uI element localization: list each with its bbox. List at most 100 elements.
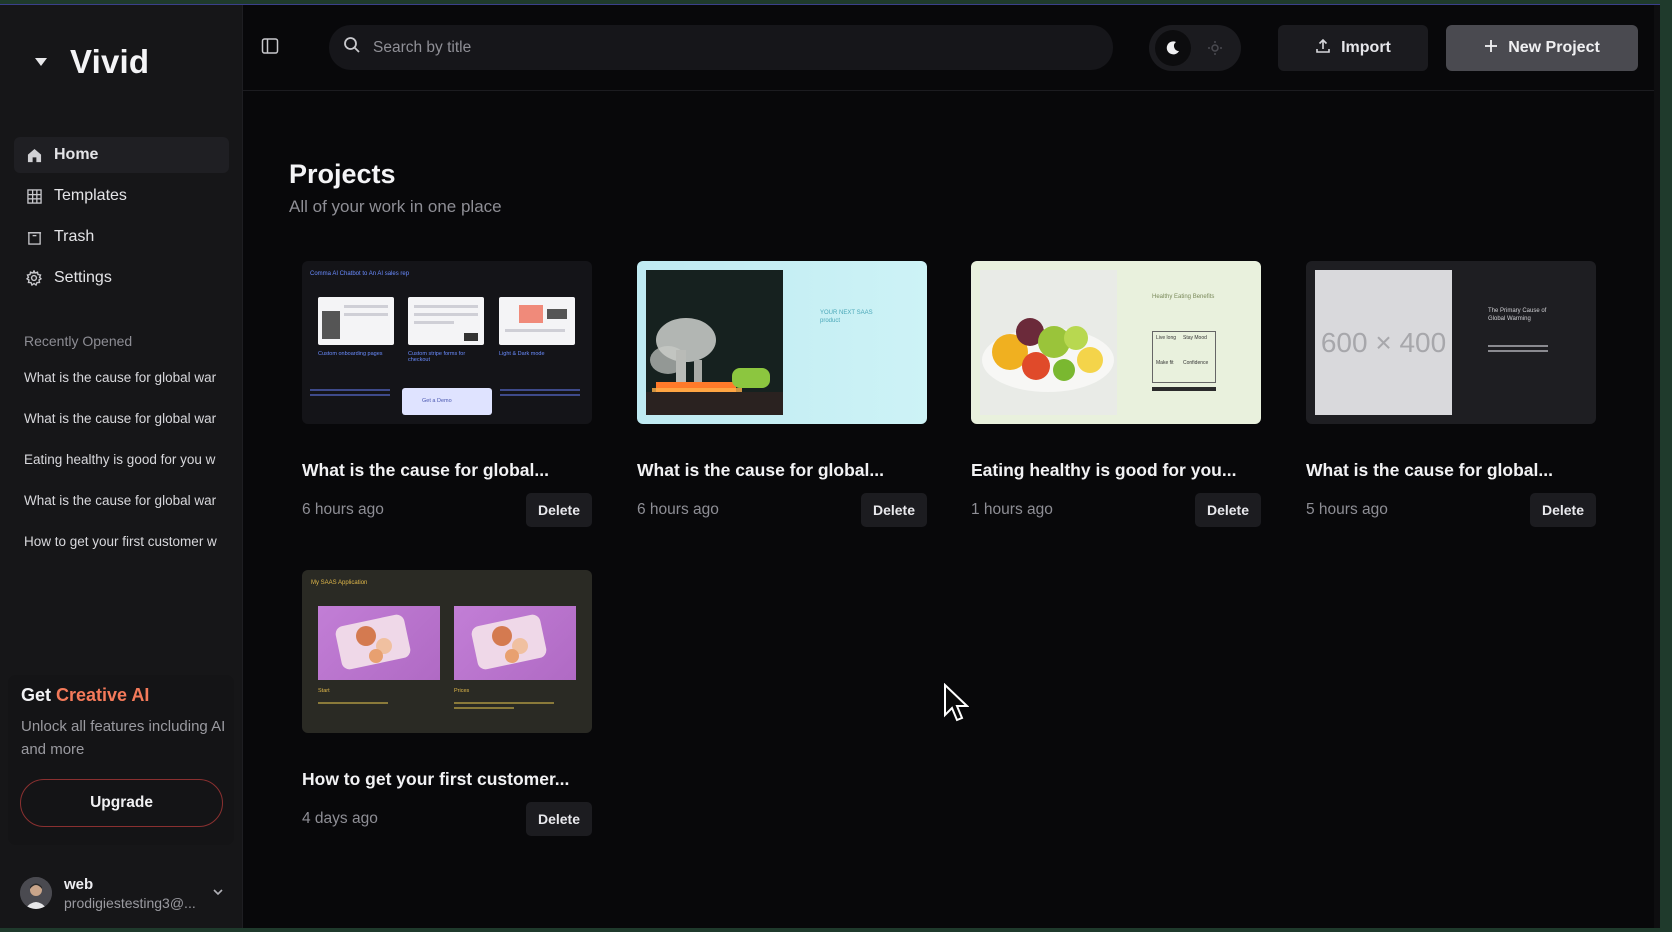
sidebar-item-templates[interactable]: Templates: [14, 178, 229, 214]
project-timestamp: 1 hours ago: [971, 501, 1053, 518]
project-meta: 6 hours ago Delete: [302, 493, 592, 527]
recent-item[interactable]: Eating healthy is good for you w: [24, 451, 224, 492]
recent-item[interactable]: How to get your first customer w: [24, 533, 224, 574]
sidebar-item-trash[interactable]: Trash: [14, 219, 229, 255]
thumbnail-cell: Make fit: [1156, 360, 1174, 366]
home-icon: [26, 147, 42, 163]
project-meta: 5 hours ago Delete: [1306, 493, 1596, 527]
upgrade-promo: Get Creative AI Unlock all features incl…: [8, 675, 234, 845]
promo-title-prefix: Get: [21, 685, 57, 705]
project-card: Comma AI Chatbot to An AI sales rep Cust…: [302, 261, 592, 527]
import-button[interactable]: Import: [1278, 25, 1428, 71]
sidebar-item-label: Settings: [54, 269, 112, 286]
delete-button[interactable]: Delete: [1530, 493, 1596, 527]
thumbnail-cta: Get a Demo: [402, 388, 492, 415]
project-thumbnail[interactable]: Healthy Eating Benefits Live long Stay M…: [971, 261, 1261, 424]
plus-icon: [1484, 39, 1498, 58]
thumbnail-text-lines: [454, 702, 554, 712]
thumbnail-cell: Live long: [1156, 335, 1177, 341]
project-card: My SAAS Application Start Prices How to …: [302, 570, 592, 836]
app-window: Vivid Home Templates Trash Settings Rece…: [0, 4, 1660, 928]
page-title: Projects: [289, 159, 396, 189]
thumbnail-image: [980, 270, 1117, 415]
search-bar[interactable]: [329, 25, 1113, 70]
sidebar-toggle-icon[interactable]: [261, 37, 281, 57]
moon-icon: [1155, 30, 1191, 66]
project-thumbnail[interactable]: Comma AI Chatbot to An AI sales rep Cust…: [302, 261, 592, 424]
thumbnail-text-lines: [310, 389, 390, 401]
delete-button[interactable]: Delete: [526, 493, 592, 527]
project-card: YOUR NEXT SAAS product What is the cause…: [637, 261, 927, 527]
thumbnail-screenshot: [499, 297, 575, 345]
new-project-button[interactable]: New Project: [1446, 25, 1638, 71]
promo-title: Get Creative AI: [21, 685, 149, 706]
thumbnail-screenshot: [408, 297, 484, 345]
delete-button[interactable]: Delete: [1195, 493, 1261, 527]
thumbnail-caption: Custom onboarding pages: [318, 351, 383, 357]
project-thumbnail[interactable]: YOUR NEXT SAAS product: [637, 261, 927, 424]
thumbnail-header: Comma AI Chatbot to An AI sales rep: [310, 271, 410, 277]
project-card: 600 × 400 The Primary Cause of Global Wa…: [1306, 261, 1596, 527]
project-timestamp: 4 days ago: [302, 810, 378, 827]
page-subtitle: All of your work in one place: [289, 197, 502, 216]
new-project-label: New Project: [1508, 39, 1600, 56]
project-meta: 4 days ago Delete: [302, 802, 592, 836]
search-input[interactable]: [373, 38, 1073, 57]
chevron-down-icon[interactable]: [212, 885, 224, 903]
thumbnail-image: [646, 270, 783, 415]
thumbnail-placeholder: 600 × 400: [1315, 270, 1452, 415]
import-label: Import: [1341, 39, 1391, 56]
user-email: prodigiestesting3@...: [64, 894, 196, 911]
sidebar-item-home[interactable]: Home: [14, 137, 229, 173]
project-meta: 1 hours ago Delete: [971, 493, 1261, 527]
project-card: Healthy Eating Benefits Live long Stay M…: [971, 261, 1261, 527]
thumbnail-screenshot: [318, 297, 394, 345]
recent-list: What is the cause for global war What is…: [24, 369, 224, 574]
sidebar-nav: Home Templates Trash Settings: [14, 137, 229, 301]
recent-item[interactable]: What is the cause for global war: [24, 369, 224, 410]
sidebar: Vivid Home Templates Trash Settings Rece…: [0, 5, 243, 928]
thumbnail-cell: Stay Mood: [1183, 335, 1207, 341]
avatar: [20, 877, 52, 909]
promo-title-accent: Creative AI: [56, 685, 150, 705]
thumbnail-cta-label: Get a Demo: [422, 398, 452, 404]
project-thumbnail[interactable]: My SAAS Application Start Prices: [302, 570, 592, 733]
delete-button[interactable]: Delete: [861, 493, 927, 527]
project-timestamp: 5 hours ago: [1306, 501, 1388, 518]
thumbnail-bar: [1152, 387, 1216, 391]
main-content: Projects All of your work in one place C…: [243, 91, 1660, 928]
project-title[interactable]: Eating healthy is good for you...: [971, 460, 1261, 481]
recently-opened-heading: Recently Opened: [24, 333, 133, 349]
thumbnail-image: [454, 606, 576, 680]
project-title[interactable]: How to get your first customer...: [302, 769, 592, 790]
project-title[interactable]: What is the cause for global...: [302, 460, 592, 481]
project-title[interactable]: What is the cause for global...: [1306, 460, 1596, 481]
delete-button[interactable]: Delete: [526, 802, 592, 836]
thumbnail-image: [318, 606, 440, 680]
project-title[interactable]: What is the cause for global...: [637, 460, 927, 481]
recent-item[interactable]: What is the cause for global war: [24, 492, 224, 533]
theme-toggle[interactable]: [1149, 25, 1241, 71]
user-info: web prodigiestesting3@...: [64, 876, 196, 911]
search-icon: [343, 36, 361, 59]
sidebar-item-label: Home: [54, 146, 99, 163]
thumbnail-label: Start: [318, 688, 330, 694]
thumbnail-caption: Custom stripe forms for checkout: [408, 351, 466, 363]
upload-icon: [1315, 38, 1331, 59]
sidebar-item-settings[interactable]: Settings: [14, 260, 229, 296]
project-thumbnail[interactable]: 600 × 400 The Primary Cause of Global Wa…: [1306, 261, 1596, 424]
project-meta: 6 hours ago Delete: [637, 493, 927, 527]
scrollbar[interactable]: [1654, 5, 1660, 928]
gear-icon: [26, 270, 42, 286]
logo[interactable]: Vivid: [30, 43, 149, 81]
recent-item[interactable]: What is the cause for global war: [24, 410, 224, 451]
thumbnail-table: Live long Stay Mood Make fit Confidence: [1152, 331, 1216, 383]
user-menu[interactable]: web prodigiestesting3@...: [20, 871, 230, 915]
sidebar-item-label: Trash: [54, 228, 95, 245]
thumbnail-text-lines: [500, 389, 580, 399]
top-bar: Import New Project: [243, 5, 1660, 91]
thumbnail-text-lines: [318, 702, 418, 707]
project-timestamp: 6 hours ago: [637, 501, 719, 518]
upgrade-button[interactable]: Upgrade: [20, 779, 223, 827]
grid-icon: [26, 188, 42, 204]
